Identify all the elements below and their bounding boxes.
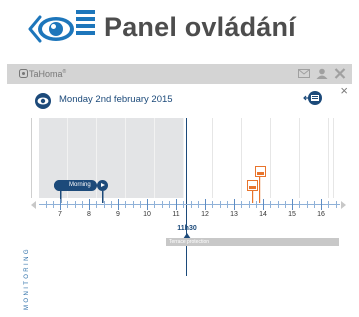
brand-name: TaHoma® [29,69,66,79]
ruler-minor-tick [219,201,221,208]
ruler-major-tick [89,199,90,210]
hour-label: 10 [143,211,151,218]
ruler-minor-tick [335,201,337,208]
terrace-event-marker-upper[interactable] [255,166,266,177]
ruler-minor-tick [277,201,279,208]
ruler-minor-tick [161,201,163,208]
ruler-minor-tick [241,201,243,208]
ruler-minor-tick [139,201,141,208]
ruler-minor-tick [248,201,250,208]
ruler-minor-tick [255,201,257,208]
current-time-label: 11h30 [177,225,197,232]
ruler-minor-tick [132,201,134,208]
ruler-minor-tick [45,201,47,208]
ruler-minor-tick [226,201,228,208]
page-title: Panel ovládání [104,12,296,42]
ruler-major-tick [292,199,293,210]
page-header: Panel ovládání [0,0,359,62]
ruler-minor-tick [67,201,69,208]
brand-mark: ® [62,69,67,75]
ruler-major-tick [321,199,322,210]
panel-close-button[interactable]: × [340,84,348,97]
monitoring-side-label: MONITORING [24,247,30,310]
event-morning[interactable]: Morning [54,180,97,191]
ruler-major-tick [176,199,177,210]
current-date: Monday 2nd february 2015 [59,94,173,105]
scroll-left-arrow-icon[interactable] [31,201,36,209]
hour-label: 13 [230,211,238,218]
ruler-major-tick [234,199,235,210]
topbar-icons [298,68,346,79]
mail-icon[interactable] [298,68,310,79]
ruler-minor-tick [52,201,54,208]
ruler-major-tick [205,199,206,210]
app-topbar: TaHoma® [7,64,352,84]
hour-label: 15 [288,211,296,218]
brand-text: TaHoma [29,69,63,79]
ruler-minor-tick [168,201,170,208]
hour-label: 14 [259,211,267,218]
hour-label: 16 [317,211,325,218]
ruler-major-tick [118,199,119,210]
hour-label: 7 [58,211,62,218]
user-icon[interactable] [316,68,328,79]
ruler-minor-tick [284,201,286,208]
event-morning-label: Morning [69,182,91,188]
hour-label: 8 [87,211,91,218]
ruler-minor-tick [306,201,308,208]
ruler-major-tick [60,199,61,210]
ruler-minor-tick [212,201,214,208]
ruler-minor-tick [313,201,315,208]
ruler-minor-tick [154,201,156,208]
hour-label: 12 [201,211,209,218]
ruler-major-tick [147,199,148,210]
eye-icon [35,93,51,109]
ruler-minor-tick [197,201,199,208]
ruler-minor-tick [96,201,98,208]
remote-control-icon[interactable] [303,90,323,106]
ruler-minor-tick [110,201,112,208]
time-ruler[interactable] [31,199,346,211]
ruler-minor-tick [270,201,272,208]
home-icon [19,69,28,78]
ruler-major-tick [263,199,264,210]
hour-label: 9 [116,211,120,218]
ruler-axis-line [39,204,340,205]
ruler-minor-tick [299,201,301,208]
ruler-minor-tick [103,201,105,208]
ruler-minor-tick [328,201,330,208]
close-icon[interactable] [334,68,346,79]
eye-remote-logo-icon [28,10,95,43]
hour-label: 11 [172,211,180,218]
ruler-minor-tick [183,201,185,208]
event-end-play-icon[interactable] [97,180,108,191]
ruler-minor-tick [125,201,127,208]
ruler-minor-tick [74,201,76,208]
ruler-minor-tick [190,201,192,208]
ruler-minor-tick [81,201,83,208]
current-time-line [186,118,187,276]
terrace-protection-bar[interactable]: Terrace protection [166,238,339,246]
scroll-right-arrow-icon[interactable] [341,201,346,209]
